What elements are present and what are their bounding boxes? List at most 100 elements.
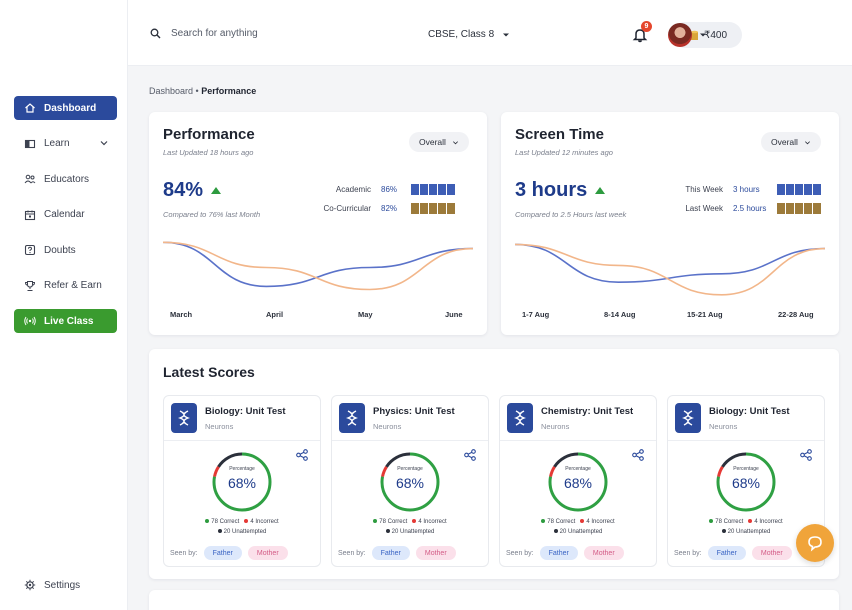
unattempted-dot — [217, 529, 222, 534]
percentage-label: Percentage — [397, 466, 423, 472]
percentage-label: Percentage — [565, 466, 591, 472]
performance-filter-dropdown[interactable]: Overall — [409, 132, 469, 152]
seen-by: Seen by: Father Mother — [338, 546, 456, 560]
stat-this-week: This Week 3 hours — [651, 184, 822, 195]
incorrect-dot — [748, 519, 753, 524]
seen-by-label: Seen by: — [338, 549, 366, 557]
sidebar-item-educators[interactable]: Educators — [14, 167, 117, 191]
correct-dot — [205, 519, 210, 524]
sidebar-item-dashboard[interactable]: Dashboard — [14, 96, 117, 120]
share-icon[interactable] — [464, 449, 476, 461]
sidebar-item-label: Refer & Earn — [44, 280, 102, 291]
score-card-biology[interactable]: Biology: Unit Test Neurons Percentage 68… — [163, 395, 321, 567]
score-card-physics[interactable]: Physics: Unit Test Neurons Percentage 68… — [331, 395, 489, 567]
share-icon[interactable] — [296, 449, 308, 461]
people-icon — [24, 173, 36, 185]
topic-name: Neurons — [205, 422, 234, 431]
seen-by: Seen by: Father Mother — [674, 546, 792, 560]
stat-label: This Week — [685, 185, 723, 194]
stat-bar-icon — [777, 203, 822, 214]
next-section-card — [149, 590, 839, 610]
top-bar: Search for anything CBSE, Class 8 ₹400 — [128, 0, 852, 66]
avatar[interactable] — [668, 23, 692, 47]
unattempted-legend: 20 Unattempted — [332, 529, 488, 535]
series-line-2 — [515, 243, 825, 296]
x-tick-label: March — [170, 310, 193, 319]
stat-label: Academic — [335, 185, 371, 194]
screen-time-title: Screen Time — [515, 126, 604, 143]
screen-time-filter-dropdown[interactable]: Overall — [761, 132, 821, 152]
result-legend: 78 Correct 4 Incorrect — [668, 519, 824, 525]
percentage-value: 68% — [563, 475, 593, 491]
incorrect-count: 4 Incorrect — [586, 519, 615, 525]
dna-icon — [675, 403, 701, 433]
share-icon[interactable] — [632, 449, 644, 461]
screen-time-line-chart — [515, 243, 825, 296]
notification-badge: 9 — [641, 21, 652, 32]
latest-scores-title: Latest Scores — [163, 364, 255, 380]
correct-dot — [541, 519, 546, 524]
seen-by-label: Seen by: — [170, 549, 198, 557]
incorrect-dot — [412, 519, 417, 524]
chevron-down-icon — [100, 140, 108, 145]
search-icon — [150, 28, 161, 39]
correct-count: 78 Correct — [211, 519, 240, 525]
unattempted-count: 20 Unattempted — [727, 529, 771, 535]
sidebar-item-learn[interactable]: Learn — [14, 132, 117, 156]
performance-title: Performance — [163, 126, 255, 143]
screen-time-value: 3 hours — [515, 179, 606, 202]
share-icon[interactable] — [800, 449, 812, 461]
x-tick-label: 8-14 Aug — [604, 310, 636, 319]
stat-bar-icon — [411, 184, 456, 195]
result-legend: 78 Correct 4 Incorrect — [164, 519, 320, 525]
incorrect-count: 4 Incorrect — [250, 519, 279, 525]
sidebar-item-label: Live Class — [44, 315, 94, 327]
sidebar-item-calendar[interactable]: Calendar — [14, 203, 117, 227]
x-tick-label: May — [358, 310, 373, 319]
stat-last-week: Last Week 2.5 hours — [651, 203, 822, 214]
home-icon — [24, 102, 36, 114]
unattempted-count: 20 Unattempted — [559, 529, 603, 535]
sidebar-item-label: Learn — [44, 138, 70, 149]
percentage-value: 68% — [227, 475, 257, 491]
stat-label: Last Week — [685, 204, 723, 213]
breadcrumb-parent[interactable]: Dashboard — [149, 86, 193, 96]
seen-by-father-tag: Father — [203, 546, 242, 560]
trophy-icon — [24, 280, 36, 292]
stat-value: 3 hours — [733, 185, 760, 194]
correct-count: 78 Correct — [379, 519, 408, 525]
dna-icon — [171, 403, 197, 433]
sidebar-item-label: Educators — [44, 173, 90, 185]
screen-time-updated: Last Updated 12 minutes ago — [515, 148, 613, 157]
broadcast-icon — [24, 315, 36, 327]
performance-compare: Compared to 76% last Month — [163, 210, 261, 219]
x-tick-label: 15-21 Aug — [687, 310, 723, 319]
board-class-selector[interactable]: CBSE, Class 8 — [428, 29, 510, 40]
sidebar-item-doubts[interactable]: Doubts — [14, 238, 117, 262]
sidebar-item-label: Doubts — [44, 244, 76, 256]
incorrect-dot — [580, 519, 585, 524]
search-input[interactable]: Search for anything — [150, 28, 258, 39]
performance-value-text: 84% — [163, 179, 204, 201]
incorrect-count: 4 Incorrect — [754, 519, 783, 525]
board-class-label: CBSE, Class 8 — [428, 29, 495, 40]
topic-name: Neurons — [709, 422, 738, 431]
x-tick-label: 22-28 Aug — [778, 310, 814, 319]
chevron-down-icon — [804, 140, 810, 144]
stat-bar-icon — [777, 184, 822, 195]
sidebar-item-refer-earn[interactable]: Refer & Earn — [14, 274, 117, 298]
sidebar-item-live-class[interactable]: Live Class — [14, 309, 117, 333]
topic-name: Neurons — [373, 422, 402, 431]
screen-time-compare: Compared to 2.5 Hours last week — [515, 210, 627, 219]
sidebar-item-settings[interactable]: Settings — [24, 579, 80, 591]
seen-by-father-tag: Father — [539, 546, 578, 560]
subject-name: Biology: Unit Test — [709, 406, 790, 417]
chevron-down-icon — [452, 140, 458, 144]
caret-down-icon[interactable] — [699, 31, 707, 39]
sidebar-nav: Dashboard Learn Educators Calendar Doubt… — [14, 96, 117, 345]
score-card-chemistry[interactable]: Chemistry: Unit Test Neurons Percentage … — [499, 395, 657, 567]
stat-bar-icon — [411, 203, 456, 214]
score-card-header: Physics: Unit Test Neurons — [332, 396, 488, 441]
x-tick-label: June — [445, 310, 463, 319]
chat-support-button[interactable] — [796, 524, 834, 562]
